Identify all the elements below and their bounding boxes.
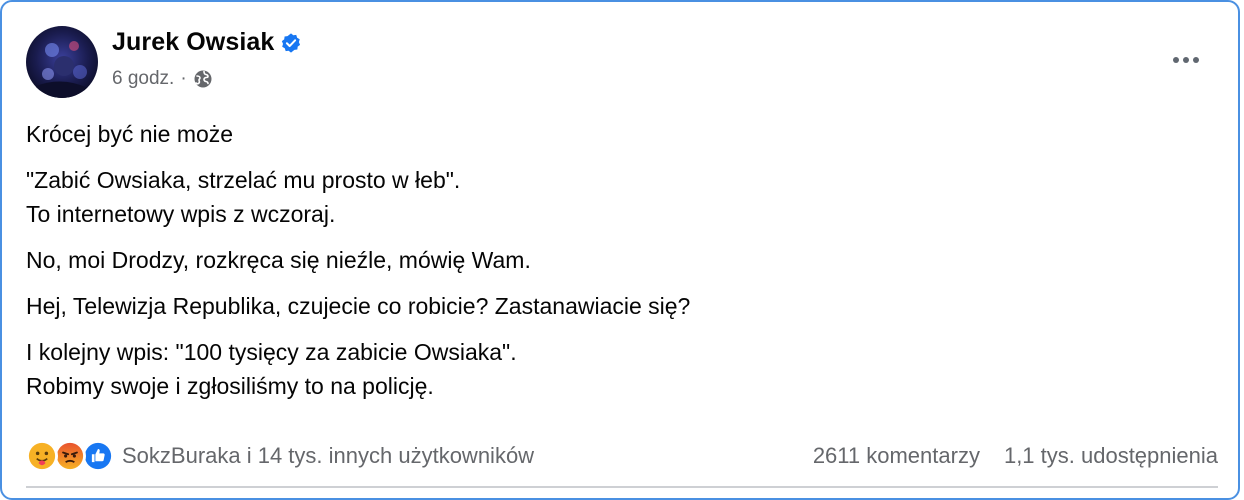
more-dot <box>1183 57 1189 63</box>
post-paragraph-1: Krócej być nie może <box>26 117 1216 151</box>
author-name[interactable]: Jurek Owsiak <box>112 28 274 57</box>
post-line: Krócej być nie może <box>26 121 234 147</box>
post-line: I kolejny wpis: "100 tysięcy za zabicie … <box>26 339 517 365</box>
meta-separator: · <box>180 68 187 89</box>
post-paragraph-3: No, moi Drodzy, rozkręca się nieźle, mów… <box>26 243 1216 277</box>
post-stats: 2611 komentarzy 1,1 tys. udostępnienia <box>813 443 1218 469</box>
shares-count[interactable]: 1,1 tys. udostępnienia <box>1004 443 1218 469</box>
avatar-image <box>26 26 98 98</box>
globe-icon <box>194 70 212 88</box>
more-dot <box>1173 57 1179 63</box>
post-paragraph-2: "Zabić Owsiaka, strzelać mu prosto w łeb… <box>26 163 1216 231</box>
post-line: "Zabić Owsiaka, strzelać mu prosto w łeb… <box>26 167 461 193</box>
post-meta: 6 godz. · <box>112 68 213 90</box>
post-line: To internetowy wpis z wczoraj. <box>26 201 336 227</box>
angry-reaction-icon <box>54 440 86 472</box>
more-dot <box>1193 57 1199 63</box>
post-line: Hej, Telewizja Republika, czujecie co ro… <box>26 293 691 319</box>
reaction-icons[interactable] <box>26 438 122 474</box>
post-paragraph-4: Hej, Telewizja Republika, czujecie co ro… <box>26 289 1216 323</box>
post-time[interactable]: 6 godz. <box>112 68 174 90</box>
author-row: Jurek Owsiak <box>112 28 302 57</box>
like-reaction-icon <box>82 440 114 472</box>
verified-badge-icon <box>282 32 301 53</box>
care-reaction-icon <box>26 440 58 472</box>
reactions-summary[interactable]: SokzBuraka i 14 tys. innych użytkowników <box>122 443 534 469</box>
post-line: Robimy swoje i zgłosiliśmy to na policję… <box>26 373 434 399</box>
post-text: Krócej być nie może "Zabić Owsiaka, strz… <box>26 117 1216 415</box>
post-card: Jurek Owsiak 6 godz. · Krócej być nie mo… <box>0 0 1240 500</box>
comments-count[interactable]: 2611 komentarzy <box>813 443 980 469</box>
post-footer: SokzBuraka i 14 tys. innych użytkowników… <box>26 436 1218 476</box>
post-line: No, moi Drodzy, rozkręca się nieźle, mów… <box>26 247 531 273</box>
more-options-icon[interactable] <box>1168 46 1204 74</box>
post-paragraph-5: I kolejny wpis: "100 tysięcy za zabicie … <box>26 335 1216 403</box>
avatar[interactable] <box>26 26 98 98</box>
